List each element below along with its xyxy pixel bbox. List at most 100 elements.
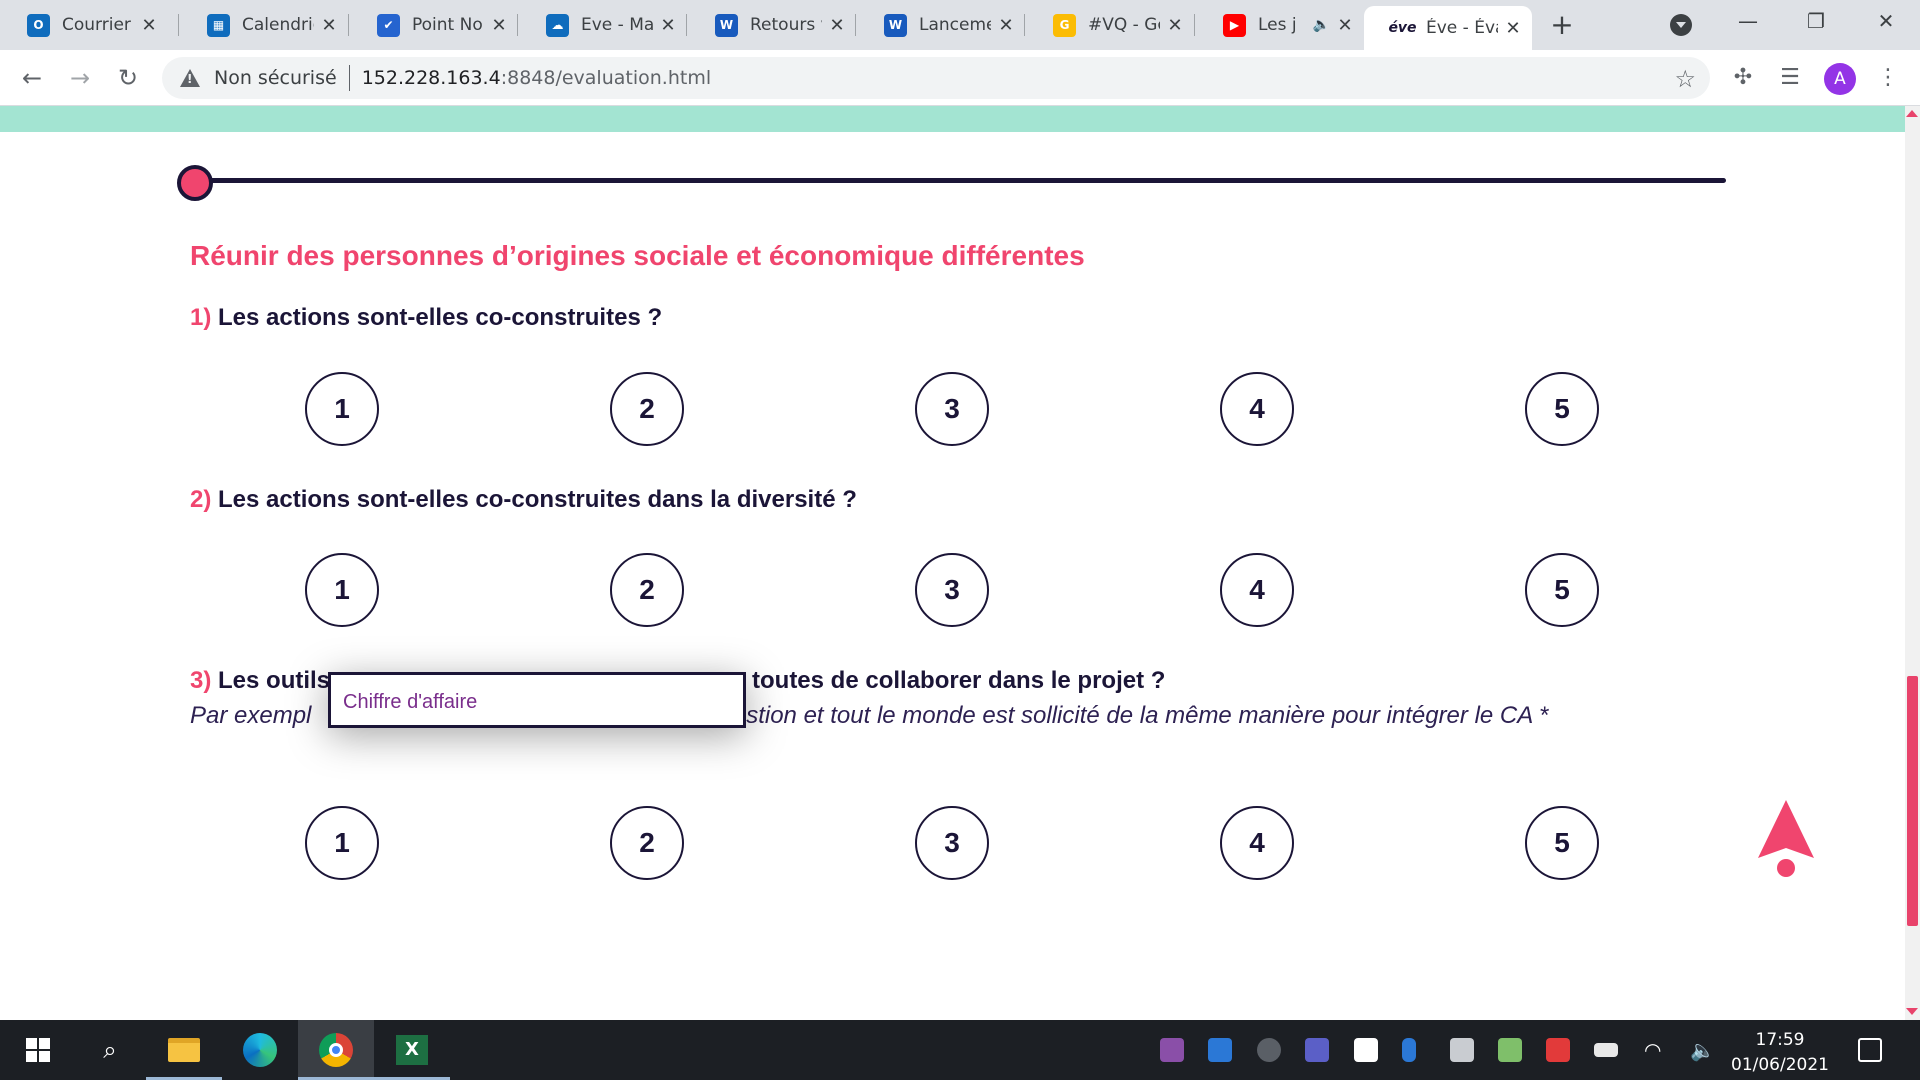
taskbar-clock[interactable]: 17:59 01/06/2021 xyxy=(1730,1028,1830,1078)
question-text: Les outils xyxy=(211,667,331,694)
browser-tab[interactable]: ▶ Les j 🔈 ✕ xyxy=(1196,8,1364,42)
q3-rating-5[interactable]: 5 xyxy=(1525,806,1599,880)
chrome-icon[interactable] xyxy=(298,1020,374,1080)
address-bar[interactable]: Non sécurisé 152.228.163.4:8848/evaluati… xyxy=(162,57,1710,99)
tab-strip: O Courrier ✕ ▦ Calendrie ✕ ✔ Point No ✕ ☁ Eve - Ma… xyxy=(0,0,1920,50)
tab-separator xyxy=(1024,14,1025,36)
browser-tab[interactable]: G #VQ - Gc ✕ xyxy=(1026,8,1194,42)
browser-tab[interactable]: O Courrier ✕ xyxy=(0,8,168,42)
tab-close-icon[interactable]: ✕ xyxy=(1166,15,1184,36)
minimize-icon[interactable]: — xyxy=(1728,6,1768,36)
tab-close-icon[interactable]: ✕ xyxy=(140,15,158,36)
file-explorer-icon[interactable] xyxy=(146,1020,222,1080)
q1-rating-4[interactable]: 4 xyxy=(1220,372,1294,446)
q2-rating-2[interactable]: 2 xyxy=(610,553,684,627)
question-number: 1) xyxy=(190,304,212,331)
evaluation-page: Réunir des personnes d’origines sociale … xyxy=(0,106,1905,1020)
tray-app-icon[interactable] xyxy=(1160,1038,1184,1062)
eve-icon: éve xyxy=(1388,20,1417,36)
browser-tab[interactable]: ✔ Point No ✕ xyxy=(350,8,518,42)
browser-toolbar: ← → ↻ Non sécurisé 152.228.163.4:8848/ev… xyxy=(0,50,1920,106)
tab-close-icon[interactable]: ✕ xyxy=(828,15,846,36)
tab-separator xyxy=(178,14,179,36)
battery-icon[interactable] xyxy=(1594,1043,1618,1057)
browser-tab[interactable]: W Retours v ✕ xyxy=(688,8,856,42)
scroll-down-icon[interactable] xyxy=(1906,1008,1918,1015)
q2-rating-1[interactable]: 1 xyxy=(305,553,379,627)
tab-title: Retours v xyxy=(750,15,822,35)
tab-title: Les j xyxy=(1258,15,1297,35)
restore-icon[interactable]: ❐ xyxy=(1796,6,1836,36)
tray-drive-icon[interactable] xyxy=(1498,1038,1522,1062)
google-icon: G xyxy=(1053,13,1076,37)
question-number: 2) xyxy=(190,486,212,513)
tab-close-icon[interactable]: ✕ xyxy=(659,15,677,36)
wifi-icon[interactable]: ◠ xyxy=(1644,1038,1668,1062)
teams-icon[interactable] xyxy=(1305,1038,1329,1062)
scroll-to-top-rocket-icon[interactable] xyxy=(1754,796,1818,880)
browser-tab[interactable]: ▦ Calendrie ✕ xyxy=(180,8,348,42)
browser-tab[interactable]: éve Éve - Éva ✕ xyxy=(1364,6,1532,50)
todo-icon: ✔ xyxy=(377,13,400,37)
scroll-up-icon[interactable] xyxy=(1906,110,1918,117)
bookmark-star-icon[interactable]: ☆ xyxy=(1674,65,1696,93)
q2-rating-3[interactable]: 3 xyxy=(915,553,989,627)
browser-tab[interactable]: W Lanceme ✕ xyxy=(857,8,1025,42)
profile-avatar[interactable]: A xyxy=(1824,63,1856,95)
q1-rating-1[interactable]: 1 xyxy=(305,372,379,446)
scrollbar-thumb[interactable] xyxy=(1907,676,1918,926)
tab-title: Calendrie xyxy=(242,15,314,35)
tab-close-icon[interactable]: ✕ xyxy=(1504,18,1522,39)
outlook-icon: O xyxy=(27,13,50,37)
q3-rating-4[interactable]: 4 xyxy=(1220,806,1294,880)
tray-red-app-icon[interactable] xyxy=(1546,1038,1570,1062)
media-control-icon[interactable]: ☰ xyxy=(1774,62,1806,94)
edge-icon[interactable] xyxy=(222,1020,298,1080)
q2-rating-5[interactable]: 5 xyxy=(1525,553,1599,627)
tab-separator xyxy=(348,14,349,36)
q3-rating-3[interactable]: 3 xyxy=(915,806,989,880)
reload-icon[interactable]: ↻ xyxy=(112,62,144,94)
audio-playing-icon[interactable]: 🔈 xyxy=(1313,17,1330,33)
window-close-icon[interactable]: ✕ xyxy=(1866,6,1906,36)
browser-tab[interactable]: ☁ Eve - Ma ✕ xyxy=(519,8,687,42)
q3-rating-1[interactable]: 1 xyxy=(305,806,379,880)
tooltip-popup: Chiffre d'affaire xyxy=(328,672,746,728)
bluetooth-icon[interactable] xyxy=(1402,1038,1416,1062)
progress-knob[interactable] xyxy=(177,165,213,201)
back-icon[interactable]: ← xyxy=(16,62,48,94)
question-text: Les actions sont-elles co-construites da… xyxy=(211,486,857,513)
tab-close-icon[interactable]: ✕ xyxy=(1336,15,1354,36)
q3-rating-2[interactable]: 2 xyxy=(610,806,684,880)
tray-chrome-icon[interactable] xyxy=(1257,1038,1281,1062)
search-icon[interactable]: ⌕ xyxy=(72,1020,148,1080)
tray-waves-icon[interactable] xyxy=(1208,1038,1232,1062)
question-text: Les actions sont-elles co-construites ? xyxy=(211,304,663,331)
q1-rating-3[interactable]: 3 xyxy=(915,372,989,446)
tab-separator xyxy=(517,14,518,36)
new-tab-button[interactable]: + xyxy=(1548,11,1576,40)
excel-icon[interactable]: X xyxy=(374,1020,450,1080)
q1-rating-5[interactable]: 5 xyxy=(1525,372,1599,446)
menu-icon[interactable]: ⋮ xyxy=(1872,62,1904,94)
tab-close-icon[interactable]: ✕ xyxy=(490,15,508,36)
extensions-icon[interactable]: ✣ xyxy=(1727,62,1759,94)
volume-icon[interactable]: 🔈 xyxy=(1690,1038,1715,1062)
tab-close-icon[interactable]: ✕ xyxy=(997,15,1015,36)
onedrive-icon: ☁ xyxy=(546,13,569,37)
tab-title: Eve - Ma xyxy=(581,15,653,35)
q1-rating-2[interactable]: 2 xyxy=(610,372,684,446)
tab-search-icon[interactable] xyxy=(1670,14,1692,36)
header-band xyxy=(0,106,1905,132)
security-shield-icon[interactable] xyxy=(1450,1038,1474,1062)
notifications-icon[interactable] xyxy=(1858,1038,1882,1062)
tray-shield-app-icon[interactable] xyxy=(1354,1038,1378,1062)
tab-separator xyxy=(855,14,856,36)
tab-close-icon[interactable]: ✕ xyxy=(320,15,338,36)
clock-time: 17:59 xyxy=(1755,1030,1805,1050)
forward-icon[interactable]: → xyxy=(64,62,96,94)
q2-rating-4[interactable]: 4 xyxy=(1220,553,1294,627)
question-number: 3) xyxy=(190,667,212,694)
windows-start-icon[interactable] xyxy=(0,1020,76,1080)
question-3: 3) Les outils xyxy=(190,667,330,695)
